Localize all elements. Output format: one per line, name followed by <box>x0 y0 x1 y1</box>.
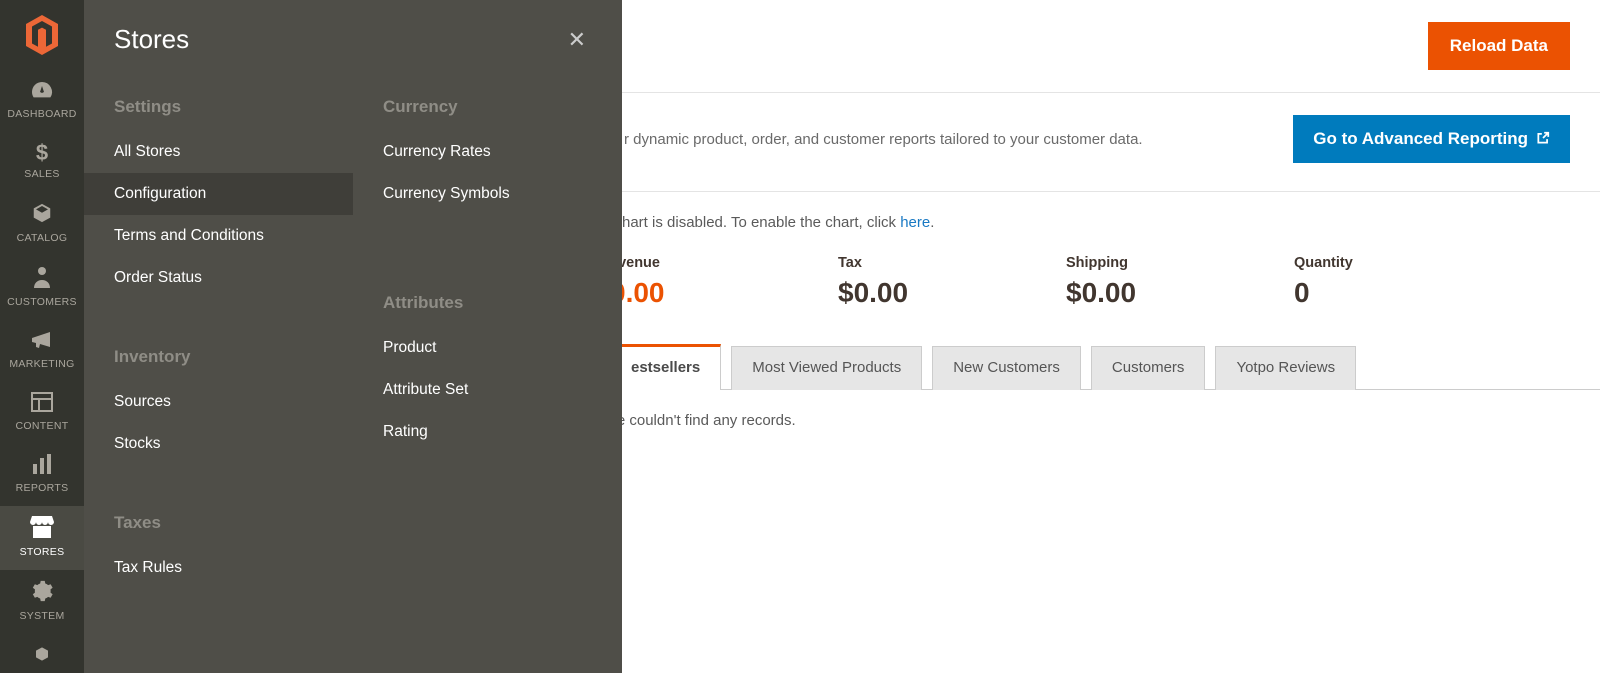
flyout-group-taxes: Taxes <box>84 495 353 547</box>
flyout-link-terms[interactable]: Terms and Conditions <box>84 215 353 257</box>
nav-label: CUSTOMERS <box>7 296 77 308</box>
nav-label: SYSTEM <box>19 610 64 622</box>
flyout-link-sources[interactable]: Sources <box>84 381 353 423</box>
layout-icon <box>31 392 53 416</box>
nav-marketing[interactable]: MARKETING <box>0 320 84 382</box>
gauge-icon <box>30 80 54 104</box>
advanced-reporting-button[interactable]: Go to Advanced Reporting <box>1293 115 1570 163</box>
flyout-group-inventory: Inventory <box>84 329 353 381</box>
reload-data-button[interactable]: Reload Data <box>1428 22 1570 70</box>
tab-new-customers[interactable]: New Customers <box>932 346 1081 390</box>
flyout-group-attributes: Attributes <box>353 275 622 327</box>
flyout-link-all-stores[interactable]: All Stores <box>84 131 353 173</box>
flyout-group-currency: Currency <box>353 79 622 131</box>
nav-sales[interactable]: $ SALES <box>0 132 84 192</box>
stat-label: Tax <box>838 255 1066 271</box>
stat-shipping: Shipping $0.00 <box>1066 255 1294 309</box>
nav-customers[interactable]: CUSTOMERS <box>0 256 84 320</box>
flyout-link-currency-symbols[interactable]: Currency Symbols <box>353 173 622 215</box>
flyout-col-left: Settings All Stores Configuration Terms … <box>84 79 353 589</box>
stat-label: Quantity <box>1294 255 1522 271</box>
nav-label: CONTENT <box>16 420 69 432</box>
person-icon <box>33 266 51 292</box>
nav-extra[interactable] <box>0 634 84 666</box>
stats-row: evenue 0.00 Tax $0.00 Shipping $0.00 Qua… <box>584 235 1600 343</box>
chart-enable-link[interactable]: here <box>900 214 930 231</box>
flyout-link-rating[interactable]: Rating <box>353 411 622 453</box>
nav-catalog[interactable]: CATALOG <box>0 192 84 256</box>
chart-disabled-note: hart is disabled. To enable the chart, c… <box>592 192 1600 235</box>
stat-tax: Tax $0.00 <box>838 255 1066 309</box>
flyout-col-right: Currency Currency Rates Currency Symbols… <box>353 79 622 589</box>
nav-label: SALES <box>24 168 59 180</box>
stat-value: $0.00 <box>1066 277 1294 309</box>
nav-label: DASHBOARD <box>7 108 76 120</box>
nav-rail: DASHBOARD $ SALES CATALOG CUSTOMERS MARK… <box>0 0 84 673</box>
storefront-icon <box>30 516 54 542</box>
stores-flyout: Stores ✕ Settings All Stores Configurati… <box>84 0 622 673</box>
nav-reports[interactable]: REPORTS <box>0 444 84 506</box>
bars-icon <box>31 454 53 478</box>
box-icon <box>31 202 53 228</box>
flyout-close-button[interactable]: ✕ <box>568 27 586 53</box>
chart-note-text: hart is disabled. To enable the chart, c… <box>622 214 900 231</box>
stat-quantity: Quantity 0 <box>1294 255 1522 309</box>
tab-customers[interactable]: Customers <box>1091 346 1206 390</box>
stat-value: 0 <box>1294 277 1522 309</box>
flyout-link-tax-rules[interactable]: Tax Rules <box>84 547 353 589</box>
dashboard-tabs: estsellers Most Viewed Products New Cust… <box>584 343 1600 390</box>
dollar-icon: $ <box>36 142 48 164</box>
stat-label: Shipping <box>1066 255 1294 271</box>
nav-dashboard[interactable]: DASHBOARD <box>0 70 84 132</box>
flyout-link-product-attr[interactable]: Product <box>353 327 622 369</box>
advanced-reporting-text: r dynamic product, order, and customer r… <box>624 131 1143 148</box>
tab-bestsellers[interactable]: estsellers <box>610 344 721 390</box>
flyout-link-stocks[interactable]: Stocks <box>84 423 353 465</box>
empty-records-text: 'e couldn't find any records. <box>614 412 796 429</box>
nav-system[interactable]: SYSTEM <box>0 570 84 634</box>
nav-stores[interactable]: STORES <box>0 506 84 570</box>
flyout-link-currency-rates[interactable]: Currency Rates <box>353 131 622 173</box>
nav-content[interactable]: CONTENT <box>0 382 84 444</box>
tab-most-viewed[interactable]: Most Viewed Products <box>731 346 922 390</box>
megaphone-icon <box>30 330 54 354</box>
flyout-link-configuration[interactable]: Configuration <box>84 173 353 215</box>
flyout-link-order-status[interactable]: Order Status <box>84 257 353 299</box>
stat-label: evenue <box>610 255 838 271</box>
nav-label: MARKETING <box>9 358 74 370</box>
chart-note-suffix: . <box>930 214 934 231</box>
cube-icon <box>31 644 53 666</box>
gear-icon <box>31 580 53 606</box>
stat-revenue: evenue 0.00 <box>610 255 838 309</box>
flyout-group-settings: Settings <box>84 79 353 131</box>
stat-value: 0.00 <box>610 277 838 309</box>
advanced-reporting-label: Go to Advanced Reporting <box>1313 129 1528 149</box>
stat-value: $0.00 <box>838 277 1066 309</box>
flyout-link-attribute-set[interactable]: Attribute Set <box>353 369 622 411</box>
tab-body-empty: 'e couldn't find any records. <box>584 390 1600 451</box>
close-icon: ✕ <box>568 27 586 52</box>
external-link-icon <box>1536 131 1550 148</box>
nav-label: CATALOG <box>17 232 68 244</box>
nav-label: REPORTS <box>16 482 69 494</box>
nav-label: STORES <box>20 546 65 558</box>
magento-logo[interactable] <box>0 0 84 70</box>
tab-yotpo-reviews[interactable]: Yotpo Reviews <box>1215 346 1356 390</box>
flyout-title: Stores <box>114 24 189 55</box>
